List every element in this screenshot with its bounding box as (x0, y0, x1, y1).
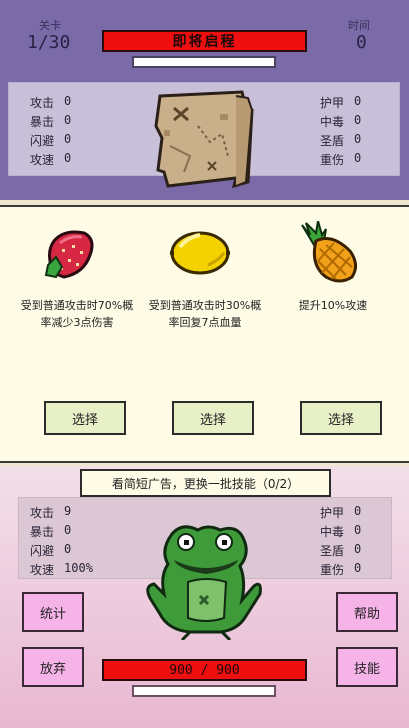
player-stat-shield: 圣盾 0 (320, 542, 361, 559)
stat-value: 0 (64, 542, 72, 556)
stat-label: 闪避 (30, 134, 55, 148)
stat-value: 0 (64, 523, 72, 537)
watch-ad-label: 看简短广告，更换一批技能（0/2） (111, 476, 300, 491)
stage-title-bar: 即将启程 (102, 30, 307, 52)
skill-choice-1: 受到普通攻击时70%概率减少3点伤害 选择 (8, 207, 144, 465)
stat-label: 闪避 (30, 544, 55, 558)
stat-value: 0 (354, 151, 362, 165)
stat-value: 100% (64, 561, 93, 575)
stat-label: 护甲 (320, 96, 345, 110)
give-up-button[interactable]: 放弃 (22, 647, 84, 687)
strawberry-icon (44, 230, 94, 279)
skills-button[interactable]: 技能 (336, 647, 398, 687)
level-label: 关卡 (39, 19, 61, 32)
stage-title: 即将启程 (172, 34, 237, 50)
lemon-icon (170, 231, 230, 275)
player-stat-speed: 攻速 100% (30, 561, 93, 578)
stat-value: 0 (354, 132, 362, 146)
pineapple-icon (301, 221, 357, 283)
stat-value: 0 (354, 542, 362, 556)
stat-label: 圣盾 (320, 134, 345, 148)
select-skill-2-button[interactable]: 选择 (172, 401, 254, 435)
stat-value: 0 (354, 113, 362, 127)
stat-value: 0 (354, 561, 362, 575)
stat-label: 攻速 (30, 563, 55, 577)
hp-text: 900 / 900 (169, 662, 240, 678)
stat-label: 中毒 (320, 115, 345, 129)
level-value: 1/30 (27, 32, 71, 53)
stat-label: 重伤 (320, 153, 345, 167)
enemy-stat-shield: 圣盾 0 (320, 132, 361, 149)
player-stat-armor: 护甲 0 (320, 504, 361, 521)
enemy-stat-dodge: 闪避 0 (30, 132, 71, 149)
skill-description: 受到普通攻击时70%概率减少3点伤害 (20, 299, 134, 329)
stat-value: 0 (354, 94, 362, 108)
enemy-stat-crit: 暴击 0 (30, 113, 71, 130)
stat-label: 攻击 (30, 506, 55, 520)
frog-icon (146, 525, 262, 640)
stat-value: 0 (64, 151, 72, 165)
time-label: 时间 (348, 19, 370, 32)
stage-subbar (132, 56, 276, 68)
player-stat-dodge: 闪避 0 (30, 542, 71, 559)
player-stat-poison: 中毒 0 (320, 523, 361, 540)
skill-choice-3: 提升10%攻速 选择 (264, 207, 400, 465)
select-skill-1-button[interactable]: 选择 (44, 401, 126, 435)
stat-label: 重伤 (320, 563, 345, 577)
stat-value: 0 (64, 132, 72, 146)
enemy-area: 关卡 1/30 时间 0 即将启程 攻击 0 暴击 0 闪避 0 攻速 0 护甲… (0, 0, 409, 200)
help-button[interactable]: 帮助 (336, 592, 398, 632)
stat-label: 攻击 (30, 96, 55, 110)
time-value: 0 (356, 32, 367, 53)
skill-choice-2: 受到普通攻击时30%概率回复7点血量 选择 (136, 207, 272, 465)
skill-description: 提升10%攻速 (298, 299, 368, 312)
stat-value: 0 (64, 94, 72, 108)
stat-label: 暴击 (30, 115, 55, 129)
hp-bar: 900 / 900 (102, 659, 307, 681)
stat-label: 中毒 (320, 525, 345, 539)
enemy-stat-poison: 中毒 0 (320, 113, 361, 130)
stat-value: 0 (354, 504, 362, 518)
stat-label: 护甲 (320, 506, 345, 520)
player-stat-wound: 重伤 0 (320, 561, 361, 578)
stat-label: 圣盾 (320, 544, 345, 558)
skill-description: 受到普通攻击时30%概率回复7点血量 (148, 299, 262, 329)
stat-label: 暴击 (30, 525, 55, 539)
hp-subbar (132, 685, 276, 697)
enemy-stat-wound: 重伤 0 (320, 151, 361, 168)
player-stat-attack: 攻击 9 (30, 504, 71, 521)
player-stat-crit: 暴击 0 (30, 523, 71, 540)
skill-choice-panel: 受到普通攻击时70%概率减少3点伤害 选择 受到普通攻击时30%概率回复7点血量… (0, 205, 409, 463)
stat-value: 0 (64, 113, 72, 127)
enemy-stat-speed: 攻速 0 (30, 151, 71, 168)
stat-label: 攻速 (30, 153, 55, 167)
watch-ad-refresh-button[interactable]: 看简短广告，更换一批技能（0/2） (80, 469, 331, 497)
treasure-map-icon (154, 90, 254, 189)
stat-value: 9 (64, 504, 72, 518)
select-skill-3-button[interactable]: 选择 (300, 401, 382, 435)
enemy-stat-armor: 护甲 0 (320, 94, 361, 111)
enemy-stat-attack: 攻击 0 (30, 94, 71, 111)
stat-value: 0 (354, 523, 362, 537)
stats-button[interactable]: 统计 (22, 592, 84, 632)
